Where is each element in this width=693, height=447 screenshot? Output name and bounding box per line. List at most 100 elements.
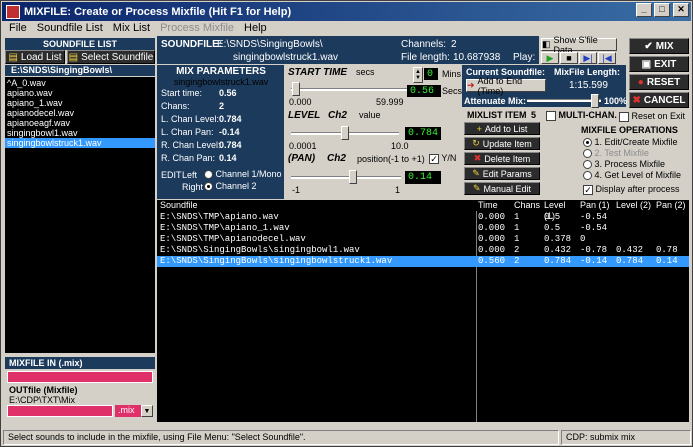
add-to-end-button[interactable]: ➜ Add to End (Time) [466, 76, 546, 96]
list-item[interactable]: singingbowlstruck1.wav [5, 138, 155, 148]
table-row[interactable]: E:\SNDS\SingingBowls\singingbowl1.wav 0.0… [157, 245, 689, 256]
stop-button[interactable]: ■ [560, 52, 578, 64]
start-time-thumb[interactable] [291, 82, 300, 96]
delete-item-button[interactable]: ✖ Delete Item [464, 152, 540, 165]
skip-forward-icon: ▶| [583, 52, 593, 63]
table-cell: E:\SNDS\TMP\apiano_1.wav [160, 223, 290, 233]
reset-button[interactable]: ● RESET [629, 74, 689, 90]
list-item[interactable]: apiano_1.wav [5, 98, 155, 108]
list-item[interactable]: apiano.wav [5, 88, 155, 98]
channel1-radio[interactable]: Channel 1/Mono [204, 169, 282, 180]
delete-icon: ✖ [473, 153, 482, 163]
update-icon: ↻ [472, 138, 480, 148]
table-cell: 0.000 [478, 234, 506, 244]
operation-option[interactable]: 3. Process Mixfile [583, 159, 665, 170]
table-cell: E:\SNDS\TMP\apiano.wav [160, 212, 279, 222]
soundfile-listbox[interactable]: ^A_0.wav apiano.wav apiano_1.wav apianodece… [5, 77, 155, 353]
attenuate-thumb[interactable] [591, 94, 599, 108]
pan-channel: Ch2 [327, 153, 346, 164]
reset-on-exit-checkbox[interactable]: Reset on Exit [619, 111, 685, 122]
table-cell: 0.560 [478, 256, 506, 266]
list-item[interactable]: apianodecel.wav [5, 108, 155, 118]
display-after-process-checkbox[interactable]: ✓ Display after process [583, 184, 680, 195]
maximize-button[interactable]: □ [654, 3, 670, 17]
list-item[interactable]: singingbowl1.wav [5, 128, 155, 138]
column-header[interactable]: Level (1) [542, 200, 578, 221]
update-item-button[interactable]: ↻ Update Item [464, 137, 540, 150]
load-list-button[interactable]: ▤ Load List [5, 50, 65, 64]
level-thumb[interactable] [341, 126, 349, 140]
outfile-ext[interactable]: .mix [115, 405, 141, 417]
skip-back-icon: |◀ [602, 52, 612, 63]
table-cell: E:\SNDS\SingingBowls\singingbowlstruck1.… [160, 256, 393, 266]
show-sfile-data-button[interactable]: ◧ Show S'file Data [541, 35, 617, 55]
param-value: 0.784 [219, 114, 242, 124]
list-item[interactable]: ^A_0.wav [5, 78, 155, 88]
play-button[interactable]: ▶ [541, 52, 559, 64]
table-cell: 1 [514, 234, 520, 244]
minimize-button[interactable]: _ [636, 3, 652, 17]
multichan-checkbox[interactable]: MULTI-CHAN. [546, 110, 617, 121]
select-soundfile-button[interactable]: ▤ Select Soundfile [67, 50, 155, 64]
radio-dot [583, 138, 592, 148]
table-cell: 1 [514, 223, 520, 233]
menu-item-soundfile-list[interactable]: Soundfile List [37, 22, 103, 38]
soundfile-bar-name: singingbowlstruck1.wav [233, 52, 339, 63]
chevron-down-icon: ▼ [143, 407, 151, 415]
table-cell: E:\SNDS\SingingBowls\singingbowl1.wav [160, 245, 360, 255]
pan-thumb[interactable] [349, 170, 358, 184]
soundfile-list-header: SOUNDFILE LIST [5, 38, 155, 50]
menu-item-mix-list[interactable]: Mix List [113, 22, 150, 38]
operation-option[interactable]: 1. Edit/Create Mixfile [583, 137, 678, 148]
param-label: Start time: [161, 88, 203, 98]
channel2-radio[interactable]: Channel 2 [204, 181, 257, 192]
load-list-label: Load List [20, 51, 62, 63]
column-header[interactable]: Soundfile [157, 200, 476, 211]
door-icon: ▣ [641, 58, 652, 70]
table-cell: 0.784 [616, 256, 644, 266]
outfile-field[interactable] [7, 405, 113, 417]
column-header[interactable]: Time [476, 200, 512, 211]
exit-button[interactable]: ▣ EXIT [629, 56, 689, 72]
menu-item-file[interactable]: File [9, 22, 27, 38]
mix-params-header: MIX PARAMETERS [176, 66, 266, 77]
table-header: Soundfile Time Chans Level (1) Pan (1) Level … [157, 200, 689, 221]
ext-dropdown-button[interactable]: ▼ [141, 405, 153, 417]
edit-params-button[interactable]: ✎ Edit Params [464, 167, 540, 180]
mins-spinner[interactable]: ▲ ▼ [413, 67, 423, 83]
mixfile-in-label: MIXFILE IN (.mix) [5, 357, 155, 369]
start-time-track[interactable] [291, 88, 409, 91]
title-bar[interactable]: MIXFILE: Create or Process Mixfile (Hit … [2, 2, 691, 21]
speaker-icon: ◧ [542, 39, 551, 49]
param-value: 2 [219, 101, 225, 111]
skip-forward-button[interactable]: ▶| [579, 52, 597, 64]
column-header[interactable]: Chans [512, 200, 542, 211]
column-header[interactable]: Level (2) [614, 200, 654, 211]
skip-back-button[interactable]: |◀ [598, 52, 616, 64]
table-row[interactable]: E:\SNDS\TMP\apianodecel.wav 0.000 1 0.378 0 [157, 234, 689, 245]
pan-track[interactable] [291, 176, 401, 179]
mixfile-window: MIXFILE: Create or Process Mixfile (Hit … [0, 0, 693, 447]
close-button[interactable]: ✕ [673, 3, 689, 17]
button-label: Edit Params [482, 168, 532, 179]
attenuate-track[interactable] [527, 99, 601, 102]
table-row[interactable]: E:\SNDS\TMP\apiano.wav 0.000 1 0.5 -0.54 [157, 212, 689, 223]
operation-option[interactable]: 4. Get Level of Mixfile [583, 170, 681, 181]
column-header[interactable]: Pan (1) [578, 200, 614, 211]
pan-yn-checkbox[interactable]: ✓ Y/N [429, 153, 456, 164]
add-to-list-button[interactable]: + Add to List [464, 122, 540, 135]
plus-icon: + [476, 123, 482, 134]
right-label: Right [182, 182, 204, 192]
column-header[interactable]: Pan (2) [654, 200, 689, 211]
folder-icon: ▤ [68, 51, 79, 63]
window-title: MIXFILE: Create or Process Mixfile (Hit … [24, 5, 292, 18]
mix-button[interactable]: ✔ MIX [629, 38, 689, 54]
manual-edit-button[interactable]: ✎ Manual Edit [464, 182, 540, 195]
mixfile-in-field[interactable] [7, 371, 153, 383]
cancel-button[interactable]: ✖ CANCEL [629, 92, 689, 108]
outfile-path: E:\CDP\TXT\Mix [9, 395, 76, 405]
table-row[interactable]: E:\SNDS\TMP\apiano_1.wav 0.000 1 0.5 -0.54 [157, 223, 689, 234]
mixfile-length-label: MixFile Length: [554, 67, 620, 77]
table-row[interactable]: E:\SNDS\SingingBowls\singingbowlstruck1.… [157, 256, 689, 267]
list-item[interactable]: apianoeagf.wav [5, 118, 155, 128]
